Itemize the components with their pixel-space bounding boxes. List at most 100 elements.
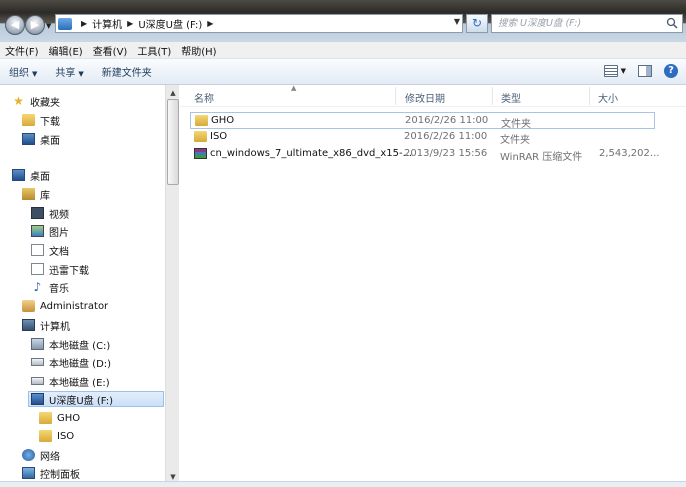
nav-label: 本地磁盘 (E:) (49, 377, 110, 389)
column-divider[interactable] (589, 87, 590, 105)
file-modified: 2016/2/26 11:00 (404, 131, 488, 142)
forward-button[interactable]: ▶ (25, 15, 45, 35)
desktop-icon (22, 133, 35, 145)
chevron-right-icon[interactable]: ▶ (127, 19, 133, 28)
status-bar (0, 481, 686, 487)
title-bar: ◀ ▶ ▼ ▶ 计算机 ▶ U深度U盘 (F:) ▶ ▼ ↻ 搜索 U深度U盘 … (0, 0, 686, 42)
nav-folder-gho[interactable]: GHO (39, 410, 80, 426)
organize-label: 组织 (9, 68, 29, 79)
column-type[interactable]: 类型 (501, 90, 521, 105)
share-button[interactable]: 共享 ▼ (46, 64, 92, 79)
nav-drive-e[interactable]: 本地磁盘 (E:) (31, 373, 110, 389)
nav-label: ISO (57, 430, 75, 442)
search-input[interactable]: 搜索 U深度U盘 (F:) (491, 14, 683, 33)
column-size[interactable]: 大小 (598, 90, 618, 105)
nav-label: 控制面板 (40, 469, 80, 481)
chevron-right-icon[interactable]: ▶ (207, 19, 213, 28)
nav-documents[interactable]: 文档 (31, 242, 69, 258)
file-type: 文件夹 (500, 135, 530, 146)
nav-thunder-downloads[interactable]: 迅雷下载 (31, 261, 89, 277)
file-name: cn_windows_7_ultimate_x86_dvd_x15-... (210, 148, 413, 159)
computer-icon (58, 17, 72, 30)
navigation-scrollbar[interactable]: ▲ ▼ (165, 85, 179, 487)
winrar-icon (194, 148, 207, 159)
help-icon[interactable]: ? (664, 64, 678, 78)
search-placeholder: 搜索 U深度U盘 (F:) (498, 18, 582, 29)
file-row-iso[interactable]: ISO 2016/2/26 11:00 文件夹 (190, 129, 655, 146)
column-name[interactable]: 名称 (194, 90, 214, 105)
nav-label: 本地磁盘 (D:) (49, 358, 112, 370)
scroll-thumb[interactable] (167, 99, 179, 185)
nav-control-panel[interactable]: 控制面板 (22, 465, 80, 481)
preview-pane-icon[interactable] (638, 65, 652, 77)
nav-folder-iso[interactable]: ISO (39, 428, 74, 444)
menu-edit[interactable]: 编辑(E) (44, 43, 88, 58)
star-icon: ★ (13, 94, 24, 108)
menu-view[interactable]: 查看(V) (88, 43, 133, 58)
nav-network[interactable]: 网络 (22, 447, 60, 463)
nav-label: 库 (40, 190, 50, 202)
menu-tools[interactable]: 工具(T) (132, 43, 176, 58)
chevron-down-icon: ▼ (78, 70, 84, 78)
recent-pages-dropdown[interactable]: ▼ (46, 22, 54, 30)
address-segment-drive[interactable]: U深度U盘 (F:) (138, 16, 202, 31)
nav-pictures[interactable]: 图片 (31, 223, 69, 239)
nav-library[interactable]: 库 (22, 186, 50, 202)
chevron-down-icon: ▼ (620, 67, 626, 75)
picture-icon (31, 225, 44, 237)
nav-label: 桌面 (30, 171, 50, 183)
address-dropdown-icon[interactable]: ▼ (454, 17, 460, 26)
back-button[interactable]: ◀ (5, 15, 25, 35)
folder-icon (194, 131, 207, 142)
folder-icon (39, 412, 52, 424)
new-folder-button[interactable]: 新建文件夹 (93, 64, 161, 79)
nav-videos[interactable]: 视频 (31, 205, 69, 221)
file-row-gho[interactable]: GHO 2016/2/26 11:00 文件夹 (190, 112, 655, 130)
nav-desktop[interactable]: 桌面 (12, 167, 50, 183)
nav-downloads[interactable]: 下载 (22, 112, 60, 128)
file-type: WinRAR 压缩文件 (500, 152, 583, 163)
nav-drive-f[interactable]: U深度U盘 (F:) (28, 391, 164, 407)
menu-file[interactable]: 文件(F) (0, 43, 44, 58)
column-modified[interactable]: 修改日期 (405, 90, 445, 105)
nav-label: 本地磁盘 (C:) (49, 340, 111, 352)
column-divider[interactable] (492, 87, 493, 105)
nav-label: 视频 (49, 209, 69, 221)
nav-label: 音乐 (49, 283, 69, 295)
desktop-icon (12, 169, 25, 181)
refresh-button[interactable]: ↻ (466, 14, 488, 33)
library-icon (22, 188, 35, 200)
nav-drive-c[interactable]: 本地磁盘 (C:) (31, 336, 110, 352)
folder-icon (39, 430, 52, 442)
nav-label: Administrator (40, 300, 109, 312)
scroll-up-icon[interactable]: ▲ (167, 87, 179, 99)
file-row-windows-iso-archive[interactable]: cn_windows_7_ultimate_x86_dvd_x15-... 20… (190, 146, 659, 163)
organize-button[interactable]: 组织 ▼ (0, 64, 46, 79)
nav-music[interactable]: ♪ 音乐 (31, 279, 69, 295)
address-segment-computer[interactable]: 计算机 (92, 16, 122, 31)
nav-administrator[interactable]: Administrator (22, 298, 108, 314)
column-divider[interactable] (395, 87, 396, 105)
change-view-button[interactable]: ▼ (603, 65, 626, 77)
nav-favorites[interactable]: ★ 收藏夹 (12, 93, 60, 109)
search-icon[interactable] (666, 17, 678, 29)
control-panel-icon (22, 467, 35, 479)
nav-label: GHO (57, 412, 81, 424)
nav-label: 图片 (49, 227, 69, 239)
nav-desktop-favorite[interactable]: 桌面 (22, 131, 60, 147)
share-label: 共享 (55, 68, 76, 79)
video-icon (31, 207, 44, 219)
menu-help[interactable]: 帮助(H) (176, 43, 221, 58)
music-note-icon: ♪ (33, 280, 42, 294)
download-icon (31, 263, 44, 275)
chevron-right-icon[interactable]: ▶ (81, 19, 87, 28)
nav-drive-d[interactable]: 本地磁盘 (D:) (31, 354, 111, 370)
nav-computer[interactable]: 计算机 (22, 317, 70, 333)
system-drive-icon (31, 338, 44, 350)
downloads-folder-icon (22, 114, 35, 126)
document-icon (31, 244, 44, 256)
folder-icon (195, 115, 208, 126)
nav-label: 网络 (40, 451, 60, 463)
nav-label: 文档 (49, 246, 69, 258)
address-bar[interactable]: ▶ 计算机 ▶ U深度U盘 (F:) ▶ ▼ (55, 14, 463, 33)
